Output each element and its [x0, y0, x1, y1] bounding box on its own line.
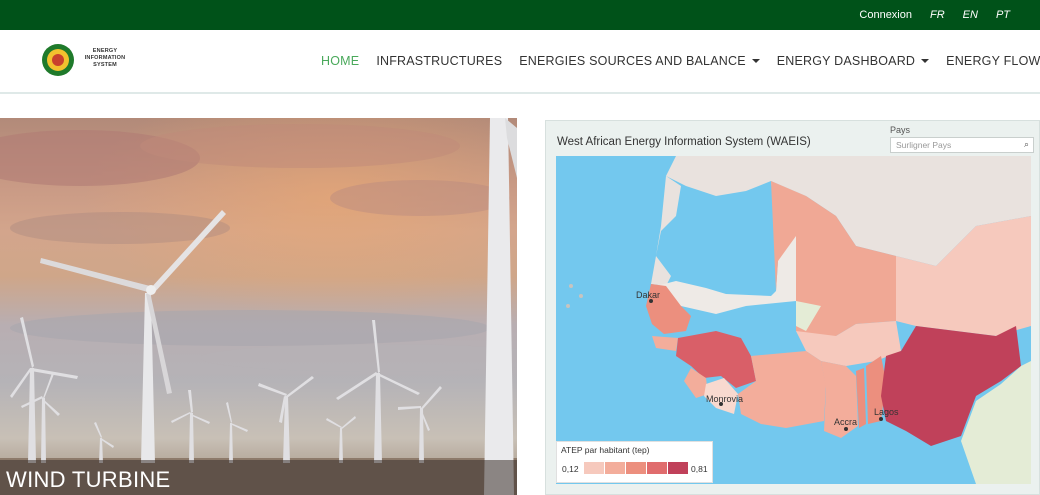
nav-item-label: ENERGY FLOW — [946, 54, 1040, 68]
legend-swatch — [626, 462, 646, 474]
logo-text-line: INFORMATION — [84, 55, 126, 61]
city-label-monrovia: Monrovia — [706, 394, 743, 404]
logo-text-line: SYSTEM — [93, 62, 117, 68]
nav-item-label: INFRASTRUCTURES — [376, 54, 503, 68]
legend-swatch — [647, 462, 667, 474]
top-links: Connexion FR EN PT — [859, 0, 1010, 30]
nav-item-label: ENERGIES SOURCES AND BALANCE — [519, 54, 746, 68]
wind-turbines-illustration — [0, 118, 517, 495]
caret-down-icon — [921, 59, 930, 63]
lang-fr-link[interactable]: FR — [930, 9, 945, 21]
nav-menu: HOME INFRASTRUCTURES ENERGIES SOURCES AN… — [321, 30, 1040, 92]
search-icon[interactable]: ⌕ — [1024, 139, 1029, 150]
nav-item-infrastructures[interactable]: INFRASTRUCTURES — [376, 54, 502, 68]
city-label-accra: Accra — [834, 417, 857, 427]
land-western-sahara — [651, 176, 681, 286]
country-search-input[interactable]: Surligner Pays ⌕ — [890, 137, 1034, 153]
lang-en-link[interactable]: EN — [963, 9, 978, 21]
legend-max: 0,81 — [691, 464, 708, 474]
country-search-placeholder: Surligner Pays — [896, 140, 952, 150]
logo-text[interactable]: ENERGY INFORMATION SYSTEM — [80, 48, 130, 69]
ecowas-logo-icon[interactable] — [42, 44, 74, 76]
hero-image[interactable]: WIND TURBINE — [0, 118, 517, 495]
lang-pt-link[interactable]: PT — [996, 9, 1010, 21]
legend-swatch — [605, 462, 625, 474]
map-dashboard-panel: West African Energy Information System (… — [545, 120, 1040, 495]
region-guinea-bissau[interactable] — [652, 336, 678, 351]
caret-down-icon — [751, 59, 760, 63]
map-title: West African Energy Information System (… — [557, 136, 811, 148]
legend-swatch — [584, 462, 604, 474]
map-legend: ATEP par habitant (tep) 0,12 0,81 — [556, 441, 713, 483]
nav-item-label: ENERGY DASHBOARD — [776, 54, 916, 68]
hero-caption: WIND TURBINE — [6, 467, 171, 492]
city-label-dakar: Dakar — [636, 290, 660, 300]
hero-caption-bar: WIND TURBINE — [0, 460, 517, 495]
nav-item-home[interactable]: HOME — [321, 54, 359, 68]
legend-title: ATEP par habitant (tep) — [561, 445, 650, 455]
logo-text-line: ENERGY — [92, 48, 118, 54]
legend-swatch — [668, 462, 688, 474]
country-filter-label: Pays — [890, 125, 911, 135]
connexion-link[interactable]: Connexion — [859, 9, 912, 21]
west-africa-map: Dakar Monrovia Accra Lagos — [566, 156, 1031, 484]
nav-item-energies-sources[interactable]: ENERGIES SOURCES AND BALANCE — [519, 54, 760, 68]
legend-min: 0,12 — [562, 464, 579, 474]
main-navbar: ENERGY INFORMATION SYSTEM HOME INFRASTRU… — [0, 30, 1040, 94]
top-bar: Connexion FR EN PT — [0, 0, 1040, 30]
nav-item-label: HOME — [321, 54, 360, 68]
city-label-lagos: Lagos — [874, 407, 899, 417]
choropleth-map[interactable]: Dakar Monrovia Accra Lagos — [556, 156, 1031, 484]
nav-item-energy-dashboard[interactable]: ENERGY DASHBOARD — [776, 54, 930, 68]
nav-item-energy-flow[interactable]: ENERGY FLOW — [946, 54, 1040, 68]
